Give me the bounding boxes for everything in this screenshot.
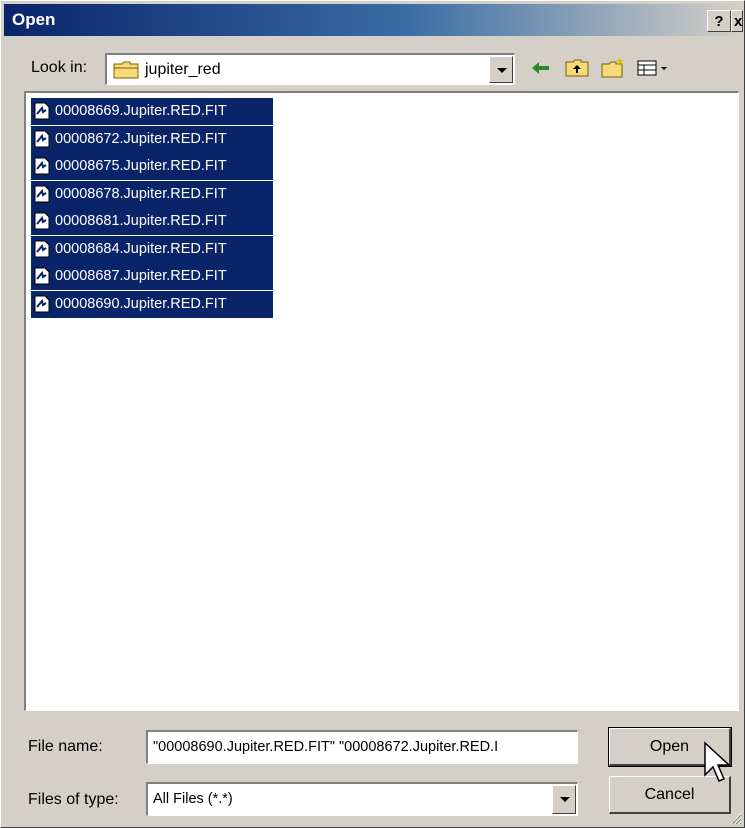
file-list-item[interactable]: 00008669.Jupiter.RED.FIT xyxy=(31,98,273,125)
file-name-input[interactable]: "00008690.Jupiter.RED.FIT" "00008672.Jup… xyxy=(146,730,578,764)
file-name: 00008681.Jupiter.RED.FIT xyxy=(55,213,227,229)
file-icon xyxy=(34,212,50,230)
file-name-value: "00008690.Jupiter.RED.FIT" "00008672.Jup… xyxy=(153,739,499,755)
look-in-value: jupiter_red xyxy=(145,61,221,78)
file-name: 00008690.Jupiter.RED.FIT xyxy=(55,295,227,312)
file-list-item[interactable]: 00008678.Jupiter.RED.FIT xyxy=(31,180,273,208)
title-bar[interactable]: Open ? x xyxy=(4,4,743,36)
window-title: Open xyxy=(12,10,56,29)
new-folder-icon[interactable] xyxy=(599,55,627,81)
file-list-item[interactable]: 00008687.Jupiter.RED.FIT xyxy=(31,263,273,290)
file-name: 00008678.Jupiter.RED.FIT xyxy=(55,185,227,202)
file-name: 00008687.Jupiter.RED.FIT xyxy=(55,268,227,284)
file-icon xyxy=(34,102,50,120)
chevron-down-icon[interactable] xyxy=(552,785,576,814)
file-name: 00008684.Jupiter.RED.FIT xyxy=(55,240,227,257)
file-name: 00008669.Jupiter.RED.FIT xyxy=(55,103,227,119)
resize-grip-icon[interactable] xyxy=(728,811,742,825)
chevron-down-icon[interactable] xyxy=(489,56,513,83)
up-folder-icon[interactable] xyxy=(563,55,591,81)
file-list-item[interactable]: 00008675.Jupiter.RED.FIT xyxy=(31,153,273,180)
file-type-dropdown[interactable]: All Files (*.*) xyxy=(146,782,578,816)
file-list[interactable]: 00008669.Jupiter.RED.FIT 00008672.Jupiter… xyxy=(24,91,739,711)
views-menu-icon[interactable] xyxy=(635,55,677,81)
file-icon xyxy=(34,295,50,312)
file-icon xyxy=(34,130,50,147)
file-icon xyxy=(34,267,50,285)
file-type-label: Files of type: xyxy=(28,791,119,808)
mouse-pointer-icon xyxy=(704,741,731,782)
file-icon xyxy=(34,240,50,257)
file-type-value: All Files (*.*) xyxy=(153,791,233,807)
file-list-item[interactable]: 00008672.Jupiter.RED.FIT xyxy=(31,125,273,153)
folder-icon xyxy=(113,61,139,79)
file-icon xyxy=(34,157,50,175)
help-button[interactable]: ? xyxy=(707,10,731,32)
file-list-item[interactable]: 00008690.Jupiter.RED.FIT xyxy=(31,290,273,318)
file-name-label: File name: xyxy=(28,738,103,755)
open-dialog: Open ? x Look in: jupiter_red 00008669.J… xyxy=(0,0,745,828)
file-name: 00008675.Jupiter.RED.FIT xyxy=(55,158,227,174)
look-in-dropdown[interactable]: jupiter_red xyxy=(105,53,515,85)
file-list-item[interactable]: 00008684.Jupiter.RED.FIT xyxy=(31,235,273,263)
file-name: 00008672.Jupiter.RED.FIT xyxy=(55,130,227,147)
look-in-label: Look in: xyxy=(31,59,88,76)
back-icon[interactable] xyxy=(527,55,555,81)
file-list-item[interactable]: 00008681.Jupiter.RED.FIT xyxy=(31,208,273,235)
file-icon xyxy=(34,185,50,202)
close-button[interactable]: x xyxy=(731,10,743,32)
